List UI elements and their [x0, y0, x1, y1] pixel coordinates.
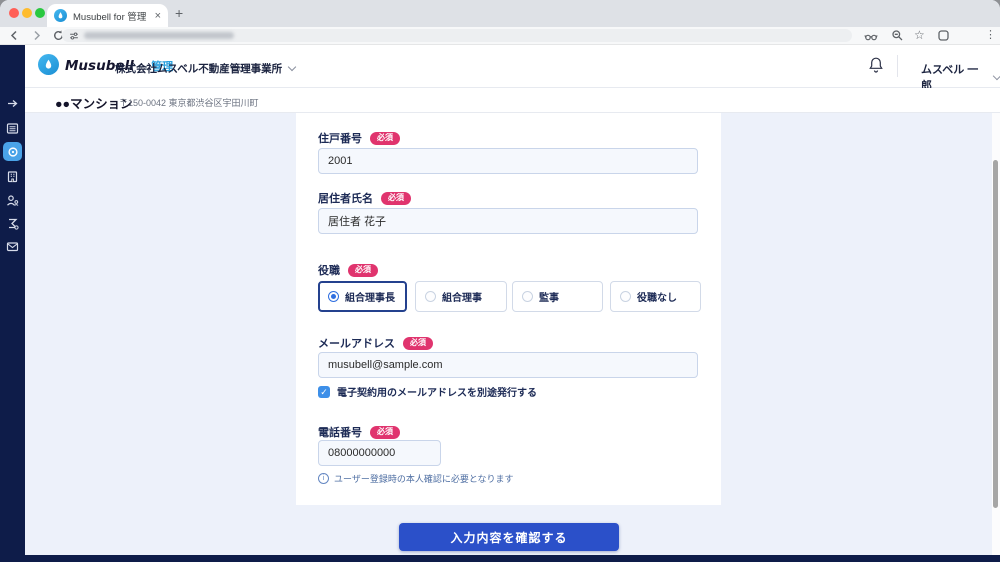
email-label: メールアドレス [318, 335, 395, 351]
separate-email-row: ✓ 電子契約用のメールアドレスを別途発行する [318, 384, 537, 399]
radio-icon [522, 291, 533, 302]
list-icon[interactable] [6, 122, 19, 135]
role-option-director[interactable]: 組合理事 [415, 281, 507, 312]
phone-note: ユーザー登録時の本人確認に必要となります [334, 472, 514, 485]
required-badge: 必須 [370, 426, 400, 439]
office-selector[interactable]: ○○事業所 [238, 61, 295, 76]
radio-icon [425, 291, 436, 302]
browser-tab[interactable]: Musubell for 管理 × [47, 4, 168, 27]
building-header: ●●マンション 〒150-0042 東京都渋谷区宇田川町 [25, 88, 1000, 113]
office-name: ○○事業所 [238, 61, 282, 76]
email-input[interactable] [318, 352, 698, 378]
residents-app-icon [7, 146, 19, 158]
role-option-label: 役職なし [637, 289, 677, 304]
app-header: Musubell for 管理 株式会社ムスベル不動産管理 ○○事業所 ムスベル… [25, 45, 1000, 88]
phone-label-row: 電話番号 必須 [318, 424, 400, 440]
new-tab-button[interactable]: + [175, 5, 183, 21]
address-bar[interactable] [62, 29, 852, 42]
unit-number-input[interactable] [318, 148, 698, 174]
required-badge: 必須 [370, 132, 400, 145]
fullscreen-window-button[interactable] [35, 8, 45, 18]
unit-number-label: 住戸番号 [318, 130, 362, 146]
tab-title: Musubell for 管理 [73, 9, 151, 23]
forward-icon[interactable] [30, 29, 43, 42]
footer-bar [0, 555, 1000, 562]
members-icon[interactable] [6, 194, 19, 207]
info-icon: i [318, 473, 329, 484]
building-icon[interactable] [6, 170, 19, 183]
header-divider [897, 55, 898, 77]
url-blurred [84, 32, 234, 39]
phone-note-row: i ユーザー登録時の本人確認に必要となります [318, 472, 514, 485]
unit-number-label-row: 住戸番号 必須 [318, 130, 400, 146]
app-sidebar [0, 45, 25, 562]
chevron-down-icon [288, 63, 296, 71]
zoom-icon[interactable] [891, 29, 904, 42]
role-option-none[interactable]: 役職なし [610, 281, 701, 312]
sidebar-item-active[interactable] [3, 142, 22, 161]
back-icon[interactable] [8, 29, 21, 42]
browser-menu-icon[interactable]: ⋮ [985, 29, 996, 41]
close-tab-icon[interactable]: × [155, 10, 161, 22]
bookmark-star-icon[interactable]: ☆ [914, 29, 925, 41]
required-badge: 必須 [381, 192, 411, 205]
required-badge: 必須 [403, 337, 433, 350]
role-option-auditor[interactable]: 監事 [512, 281, 603, 312]
tab-strip: Musubell for 管理 × + [0, 0, 1000, 27]
separate-email-label[interactable]: 電子契約用のメールアドレスを別途発行する [337, 384, 537, 399]
role-option-label: 監事 [539, 289, 559, 304]
checkbox-checked-icon[interactable]: ✓ [318, 386, 330, 398]
role-label-row: 役職 必須 [318, 262, 378, 278]
password-manager-icon[interactable] [864, 29, 878, 43]
email-label-row: メールアドレス 必須 [318, 335, 433, 351]
phone-input[interactable] [318, 440, 441, 466]
resident-name-label: 居住者氏名 [318, 190, 373, 206]
chevron-down-icon [993, 71, 1000, 79]
browser-window: Musubell for 管理 × + ☆ ⋮ Musubell for [0, 0, 1000, 562]
required-badge: 必須 [348, 264, 378, 277]
role-option-label: 組合理事長 [345, 289, 395, 304]
tab-search-icon[interactable] [937, 29, 950, 42]
phone-label: 電話番号 [318, 424, 362, 440]
site-settings-icon[interactable] [69, 31, 79, 41]
mail-icon[interactable] [6, 240, 19, 253]
musubell-favicon [54, 9, 67, 22]
company-name: 株式会社ムスベル不動産管理 [115, 61, 251, 76]
role-option-label: 組合理事 [442, 289, 482, 304]
resident-name-input[interactable] [318, 208, 698, 234]
close-window-button[interactable] [9, 8, 19, 18]
scrollbar-thumb[interactable] [993, 160, 998, 508]
radio-icon [620, 291, 631, 302]
radio-selected-icon [328, 291, 339, 302]
resident-name-label-row: 居住者氏名 必須 [318, 190, 411, 206]
building-address: 〒150-0042 東京都渋谷区宇田川町 [119, 96, 259, 109]
minimize-window-button[interactable] [22, 8, 32, 18]
confirm-button[interactable]: 入力内容を確認する [399, 523, 619, 551]
musubell-logo-icon [38, 54, 59, 75]
expand-sidebar-icon[interactable] [6, 97, 19, 110]
role-option-chairman[interactable]: 組合理事長 [318, 281, 407, 312]
role-label: 役職 [318, 262, 340, 278]
workflow-icon[interactable] [6, 217, 19, 230]
notifications-bell-icon[interactable] [868, 56, 884, 74]
